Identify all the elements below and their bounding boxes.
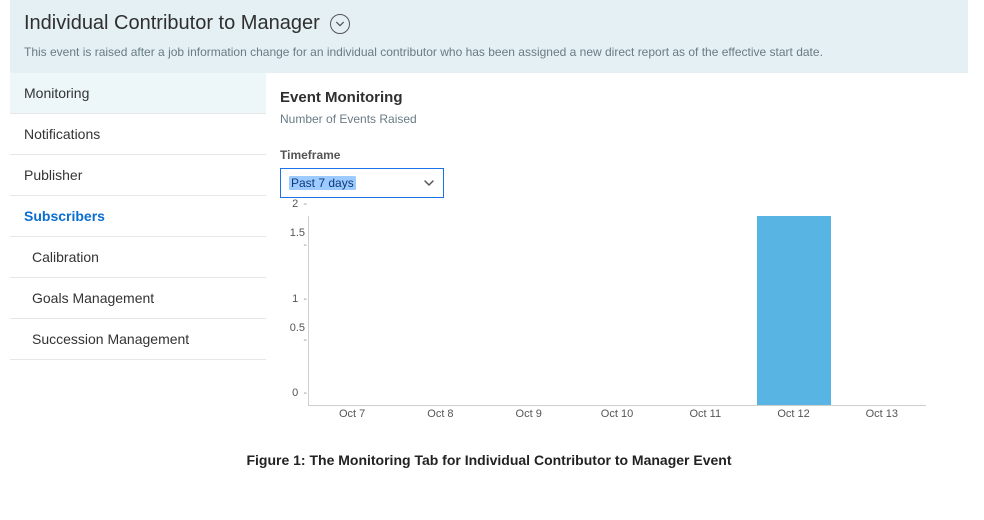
sidebar-item-label: Goals Management [32, 290, 154, 306]
section-title: Event Monitoring [280, 89, 958, 106]
sidebar-item-label: Publisher [24, 167, 82, 183]
sidebar-item-label: Subscribers [24, 208, 105, 224]
sidebar-item-label: Calibration [32, 249, 99, 265]
sidebar-item-label: Monitoring [24, 85, 89, 101]
page-title: Individual Contributor to Manager [24, 12, 320, 35]
timeframe-label: Timeframe [280, 148, 958, 162]
bar-cell [838, 216, 926, 405]
sidebar-item-monitoring[interactable]: Monitoring [10, 73, 266, 114]
x-tick: Oct 12 [749, 408, 837, 426]
sidebar-item-succession-management[interactable]: Succession Management [10, 319, 266, 360]
bar-cell [750, 216, 838, 405]
sidebar-item-label: Succession Management [32, 331, 189, 347]
y-tick: 1.5 - [285, 227, 307, 251]
bar-cell [662, 216, 750, 405]
x-tick: Oct 10 [573, 408, 661, 426]
bar-cell [309, 216, 397, 405]
x-tick: Oct 8 [396, 408, 484, 426]
x-tick: Oct 9 [485, 408, 573, 426]
bar [757, 216, 831, 405]
sidebar-item-notifications[interactable]: Notifications [10, 114, 266, 155]
sidebar: Monitoring Notifications Publisher Subscrib… [10, 73, 266, 426]
y-tick: 1 - [285, 293, 307, 305]
chevron-down-icon [423, 177, 435, 189]
bar-cell [573, 216, 661, 405]
sidebar-item-label: Notifications [24, 126, 100, 142]
sidebar-item-calibration[interactable]: Calibration [10, 237, 266, 278]
events-chart: 0 -0.5 -1 -1.5 -2 - Oct 7Oct 8Oct 9Oct 1… [280, 216, 930, 426]
sidebar-item-publisher[interactable]: Publisher [10, 155, 266, 196]
x-tick: Oct 7 [308, 408, 396, 426]
x-tick: Oct 11 [661, 408, 749, 426]
x-tick: Oct 13 [838, 408, 926, 426]
section-subtitle: Number of Events Raised [280, 112, 958, 126]
sidebar-item-subscribers[interactable]: Subscribers [10, 196, 266, 237]
timeframe-value: Past 7 days [289, 176, 356, 190]
timeframe-select[interactable]: Past 7 days [280, 168, 444, 198]
bar-cell [397, 216, 485, 405]
main-panel: Event Monitoring Number of Events Raised… [266, 73, 968, 426]
y-tick: 0.5 - [285, 322, 307, 346]
y-tick: 2 - [285, 198, 307, 210]
bar-cell [485, 216, 573, 405]
y-tick: 0 - [285, 387, 307, 399]
page-subtitle: This event is raised after a job informa… [24, 45, 954, 59]
header-bar: Individual Contributor to Manager This e… [10, 0, 968, 73]
sidebar-item-goals-management[interactable]: Goals Management [10, 278, 266, 319]
chevron-down-icon [335, 19, 345, 29]
expand-toggle-button[interactable] [330, 14, 350, 34]
figure-caption: Figure 1: The Monitoring Tab for Individ… [10, 452, 968, 468]
